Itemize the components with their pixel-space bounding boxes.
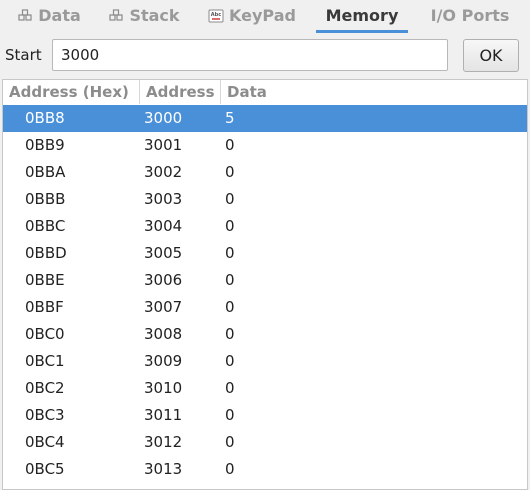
table-row[interactable]: 0BC3 3011 0 [3, 402, 527, 429]
cell-address-hex: 0BBF [25, 298, 64, 316]
cell-data[interactable]: 0 [225, 132, 235, 159]
table-row[interactable]: 0BBE 3006 0 [3, 267, 527, 294]
cell-address: 3002 [144, 163, 183, 181]
table-row[interactable]: 0BBA 3002 0 [3, 159, 527, 186]
cell-address-hex: 0BC5 [25, 460, 65, 478]
column-header-data[interactable]: Data [221, 80, 521, 104]
table-row[interactable]: 0BC0 3008 0 [3, 321, 527, 348]
tab-label: KeyPad [229, 6, 296, 25]
cell-address: 3005 [144, 244, 183, 262]
tab-label: Stack [129, 6, 180, 25]
cell-data[interactable]: 0 [225, 321, 235, 348]
cell-address-hex: 0BBE [25, 271, 65, 289]
table-row[interactable]: 0BB8 3000 5 [3, 105, 527, 132]
ok-button[interactable]: OK [463, 39, 519, 72]
cell-address-hex: 0BB9 [25, 136, 65, 154]
cell-data[interactable]: 0 [225, 267, 235, 294]
cell-address: 3003 [144, 190, 183, 208]
cell-address-hex: 0BBA [25, 163, 66, 181]
tab-data[interactable]: Data [10, 0, 88, 31]
table-row[interactable]: 0BBC 3004 0 [3, 213, 527, 240]
cell-data[interactable]: 5 [225, 105, 235, 132]
table-body: 0BB8 3000 5 0BB9 3001 0 0BBA 3002 0 0BBB… [3, 105, 527, 483]
cell-address: 3007 [144, 298, 183, 316]
cell-address: 3009 [144, 352, 183, 370]
cell-address-hex: 0BB8 [25, 109, 65, 127]
cell-address: 3013 [144, 460, 183, 478]
cell-address-hex: 0BC2 [25, 379, 65, 397]
table-row[interactable]: 0BBD 3005 0 [3, 240, 527, 267]
stack-icon [108, 8, 124, 24]
tab-memory[interactable]: Memory [316, 0, 408, 33]
tab-io-ports[interactable]: I/O Ports [422, 0, 518, 31]
cell-data[interactable]: 0 [225, 456, 235, 483]
column-header-address[interactable]: Address [140, 80, 221, 104]
cell-address: 3001 [144, 136, 183, 154]
cell-address: 3000 [144, 109, 183, 127]
column-header-address-hex[interactable]: Address (Hex) [3, 80, 140, 104]
cell-address-hex: 0BC1 [25, 352, 65, 370]
data-icon [17, 8, 33, 24]
cell-data[interactable]: 0 [225, 375, 235, 402]
cell-address-hex: 0BC0 [25, 325, 65, 343]
table-header: Address (Hex) Address Data [3, 80, 527, 104]
cell-address: 3011 [144, 406, 183, 424]
active-tab-indicator [316, 30, 408, 33]
table-row[interactable]: 0BC1 3009 0 [3, 348, 527, 375]
start-label: Start [5, 46, 42, 64]
cell-data[interactable]: 0 [225, 240, 235, 267]
tab-label: I/O Ports [430, 6, 510, 25]
tab-keypad[interactable]: Abc KeyPad [204, 0, 300, 31]
table-row[interactable]: 0BBF 3007 0 [3, 294, 527, 321]
cell-data[interactable]: 0 [225, 348, 235, 375]
table-row[interactable]: 0BB9 3001 0 [3, 132, 527, 159]
table-row[interactable]: 0BBB 3003 0 [3, 186, 527, 213]
cell-address: 3010 [144, 379, 183, 397]
tab-label: Data [38, 6, 81, 25]
table-row[interactable]: 0BC2 3010 0 [3, 375, 527, 402]
cell-address: 3006 [144, 271, 183, 289]
cell-data[interactable]: 0 [225, 186, 235, 213]
cell-address-hex: 0BC4 [25, 433, 65, 451]
svg-text:Abc: Abc [211, 12, 221, 18]
cell-address-hex: 0BBB [25, 190, 66, 208]
tab-stack[interactable]: Stack [104, 0, 184, 31]
cell-data[interactable]: 0 [225, 294, 235, 321]
table-row[interactable]: 0BC5 3013 0 [3, 456, 527, 483]
cell-address: 3008 [144, 325, 183, 343]
cell-address-hex: 0BBC [25, 217, 66, 235]
cell-data[interactable]: 0 [225, 159, 235, 186]
cell-data[interactable]: 0 [225, 213, 235, 240]
cell-address: 3012 [144, 433, 183, 451]
tab-label: Memory [325, 6, 399, 25]
table-row[interactable]: 0BC4 3012 0 [3, 429, 527, 456]
cell-address-hex: 0BC3 [25, 406, 65, 424]
start-input[interactable] [52, 39, 448, 71]
cell-address-hex: 0BBD [25, 244, 67, 262]
cell-address: 3004 [144, 217, 183, 235]
keypad-icon: Abc [208, 8, 224, 24]
cell-data[interactable]: 0 [225, 429, 235, 456]
cell-data[interactable]: 0 [225, 402, 235, 429]
tab-bar: Data Stack Abc KeyPad Memory I/O Ports [0, 0, 530, 33]
memory-table: Address (Hex) Address Data 0BB8 3000 5 0… [2, 79, 528, 490]
